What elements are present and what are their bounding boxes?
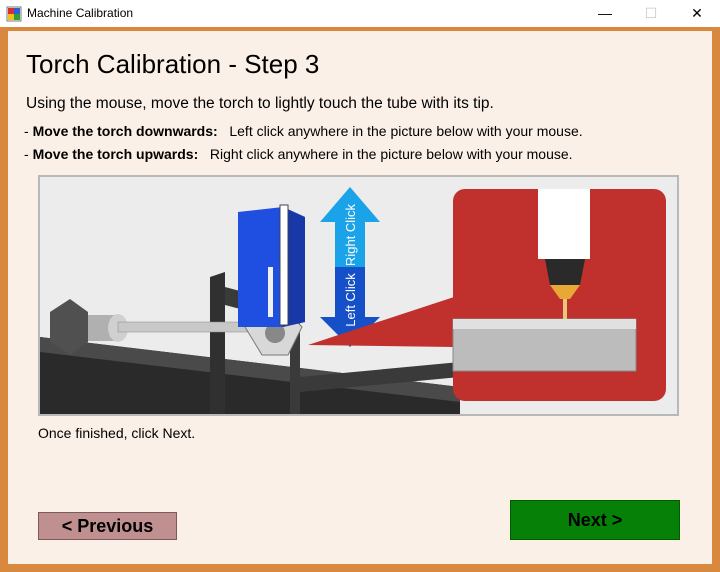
instruction-up-text: Right click anywhere in the picture belo… bbox=[209, 146, 573, 162]
instruction-up-label: Move the torch upwards: bbox=[32, 146, 199, 162]
machine-post bbox=[210, 272, 225, 414]
zoom-torch-nozzle bbox=[545, 259, 585, 285]
finish-instruction: Once finished, click Next. bbox=[38, 425, 196, 441]
app-icon bbox=[6, 6, 22, 22]
window-title: Machine Calibration bbox=[27, 6, 134, 20]
zoom-torch-body bbox=[538, 189, 590, 259]
instruction-down: - Move the torch downwards: Left click a… bbox=[24, 123, 583, 139]
bullet-prefix: - bbox=[24, 146, 33, 162]
arrow-up-label: Right Click bbox=[343, 203, 358, 266]
torch-cable bbox=[268, 267, 273, 317]
instruction-text: Using the mouse, move the torch to light… bbox=[26, 95, 494, 112]
maximize-button[interactable]: ☐ bbox=[628, 0, 674, 27]
zoom-torch-probe bbox=[563, 299, 567, 319]
bullet-prefix: - bbox=[24, 123, 33, 139]
close-button[interactable]: ✕ bbox=[674, 0, 720, 27]
instruction-down-label: Move the torch downwards: bbox=[32, 123, 218, 139]
next-button[interactable]: Next > bbox=[510, 500, 680, 540]
title-bar[interactable]: Machine Calibration — ☐ ✕ bbox=[0, 0, 720, 27]
instruction-up: - Move the torch upwards: Right click an… bbox=[24, 146, 573, 162]
calibration-illustration: Right Click Left Click bbox=[40, 187, 666, 414]
previous-button[interactable]: < Previous bbox=[38, 512, 177, 540]
torch-rod bbox=[279, 204, 289, 326]
dialog-content: Torch Calibration - Step 3 Using the mou… bbox=[8, 31, 712, 564]
instruction-down-text: Left click anywhere in the picture below… bbox=[229, 123, 583, 139]
minimize-button[interactable]: — bbox=[582, 0, 628, 27]
calibration-picture[interactable]: Right Click Left Click bbox=[38, 175, 679, 416]
zoom-tube-highlight bbox=[453, 319, 636, 329]
arrow-down-label: Left Click bbox=[343, 273, 358, 327]
page-title: Torch Calibration - Step 3 bbox=[26, 49, 320, 79]
